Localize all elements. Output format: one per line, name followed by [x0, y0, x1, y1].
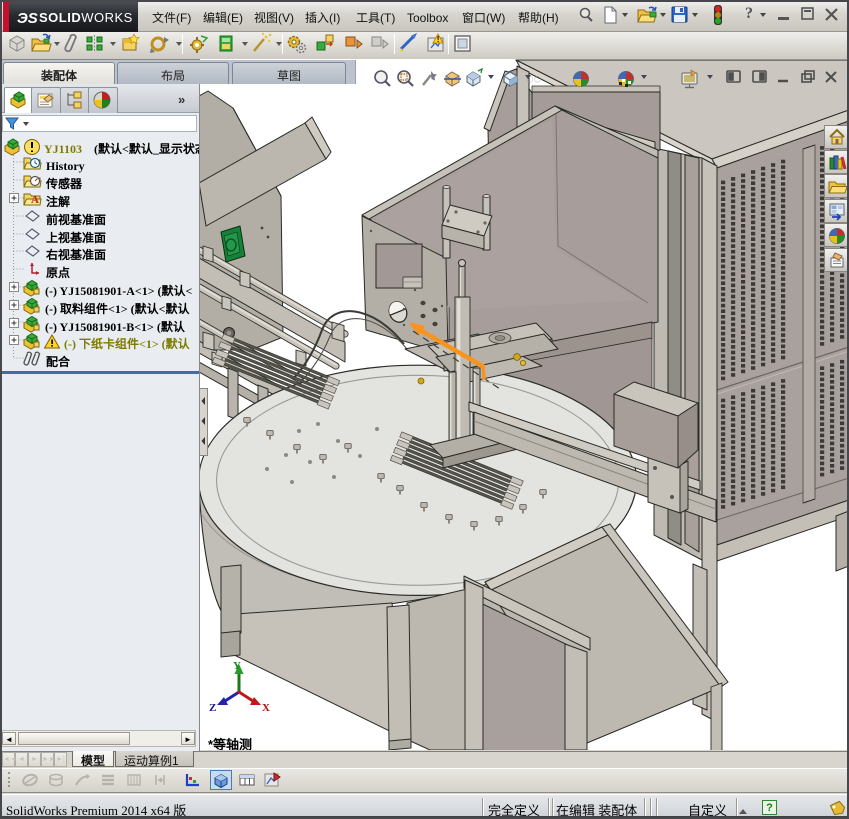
svg-text:Z: Z — [209, 702, 216, 714]
svg-text:SOLIDWORKS: SOLIDWORKS — [39, 10, 133, 25]
svg-text:A: A — [31, 194, 39, 206]
svg-text:!: ! — [437, 35, 440, 44]
svg-text:X: X — [262, 702, 270, 714]
svg-text:ЭS: ЭS — [17, 10, 38, 27]
svg-text:Y: Y — [233, 660, 241, 672]
